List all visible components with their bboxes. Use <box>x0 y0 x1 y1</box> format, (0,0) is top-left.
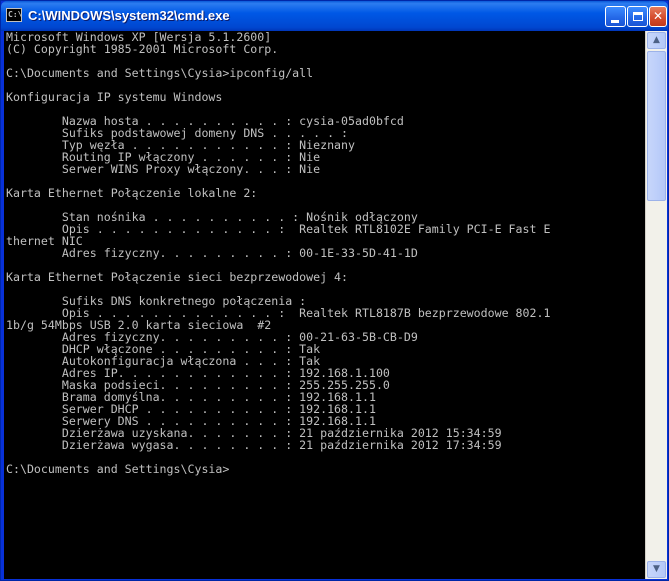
console-output[interactable]: Microsoft Windows XP [Wersja 5.1.2600] (… <box>4 31 645 579</box>
console-line: Opis . . . . . . . . . . . . . : Realtek… <box>6 222 551 236</box>
console-line: Konfiguracja IP systemu Windows <box>6 90 223 104</box>
minimize-button[interactable] <box>605 6 626 27</box>
close-button[interactable]: ✕ <box>649 6 667 27</box>
arrow-down-icon: ▼ <box>653 564 660 574</box>
close-icon: ✕ <box>652 9 664 23</box>
vertical-scrollbar[interactable]: ▲ ▼ <box>645 31 667 579</box>
maximize-icon <box>633 12 643 21</box>
maximize-button[interactable] <box>627 6 648 27</box>
console-line: (C) Copyright 1985-2001 Microsoft Corp. <box>6 42 279 56</box>
console-line: C:\Documents and Settings\Cysia>ipconfig… <box>6 66 314 80</box>
scroll-down-button[interactable]: ▼ <box>647 561 666 578</box>
console-line: Karta Ethernet Połączenie sieci bezprzew… <box>6 270 349 284</box>
console-line: Serwer WINS Proxy włączony. . . : Nie <box>6 162 321 176</box>
cmd-app-icon[interactable]: C:\ <box>6 8 22 22</box>
console-line: Dzierżawa wygasa. . . . . . . . : 21 paź… <box>6 438 502 452</box>
scroll-thumb[interactable] <box>647 51 666 201</box>
console-text: Microsoft Windows XP [Wersja 5.1.2600] (… <box>4 31 645 475</box>
console-line: Karta Ethernet Połączenie lokalne 2: <box>6 186 258 200</box>
console-line: C:\Documents and Settings\Cysia> <box>6 462 230 476</box>
window-title: C:\WINDOWS\system32\cmd.exe <box>28 8 230 23</box>
scroll-up-button[interactable]: ▲ <box>647 32 666 49</box>
title-bar[interactable]: C:\ C:\WINDOWS\system32\cmd.exe ✕ <box>1 1 668 31</box>
arrow-up-icon: ▲ <box>653 35 660 45</box>
minimize-icon <box>611 20 619 23</box>
console-line: Adres fizyczny. . . . . . . . . : 00-1E-… <box>6 246 418 260</box>
cmd-window: C:\ C:\WINDOWS\system32\cmd.exe ✕ Micros… <box>0 0 669 581</box>
